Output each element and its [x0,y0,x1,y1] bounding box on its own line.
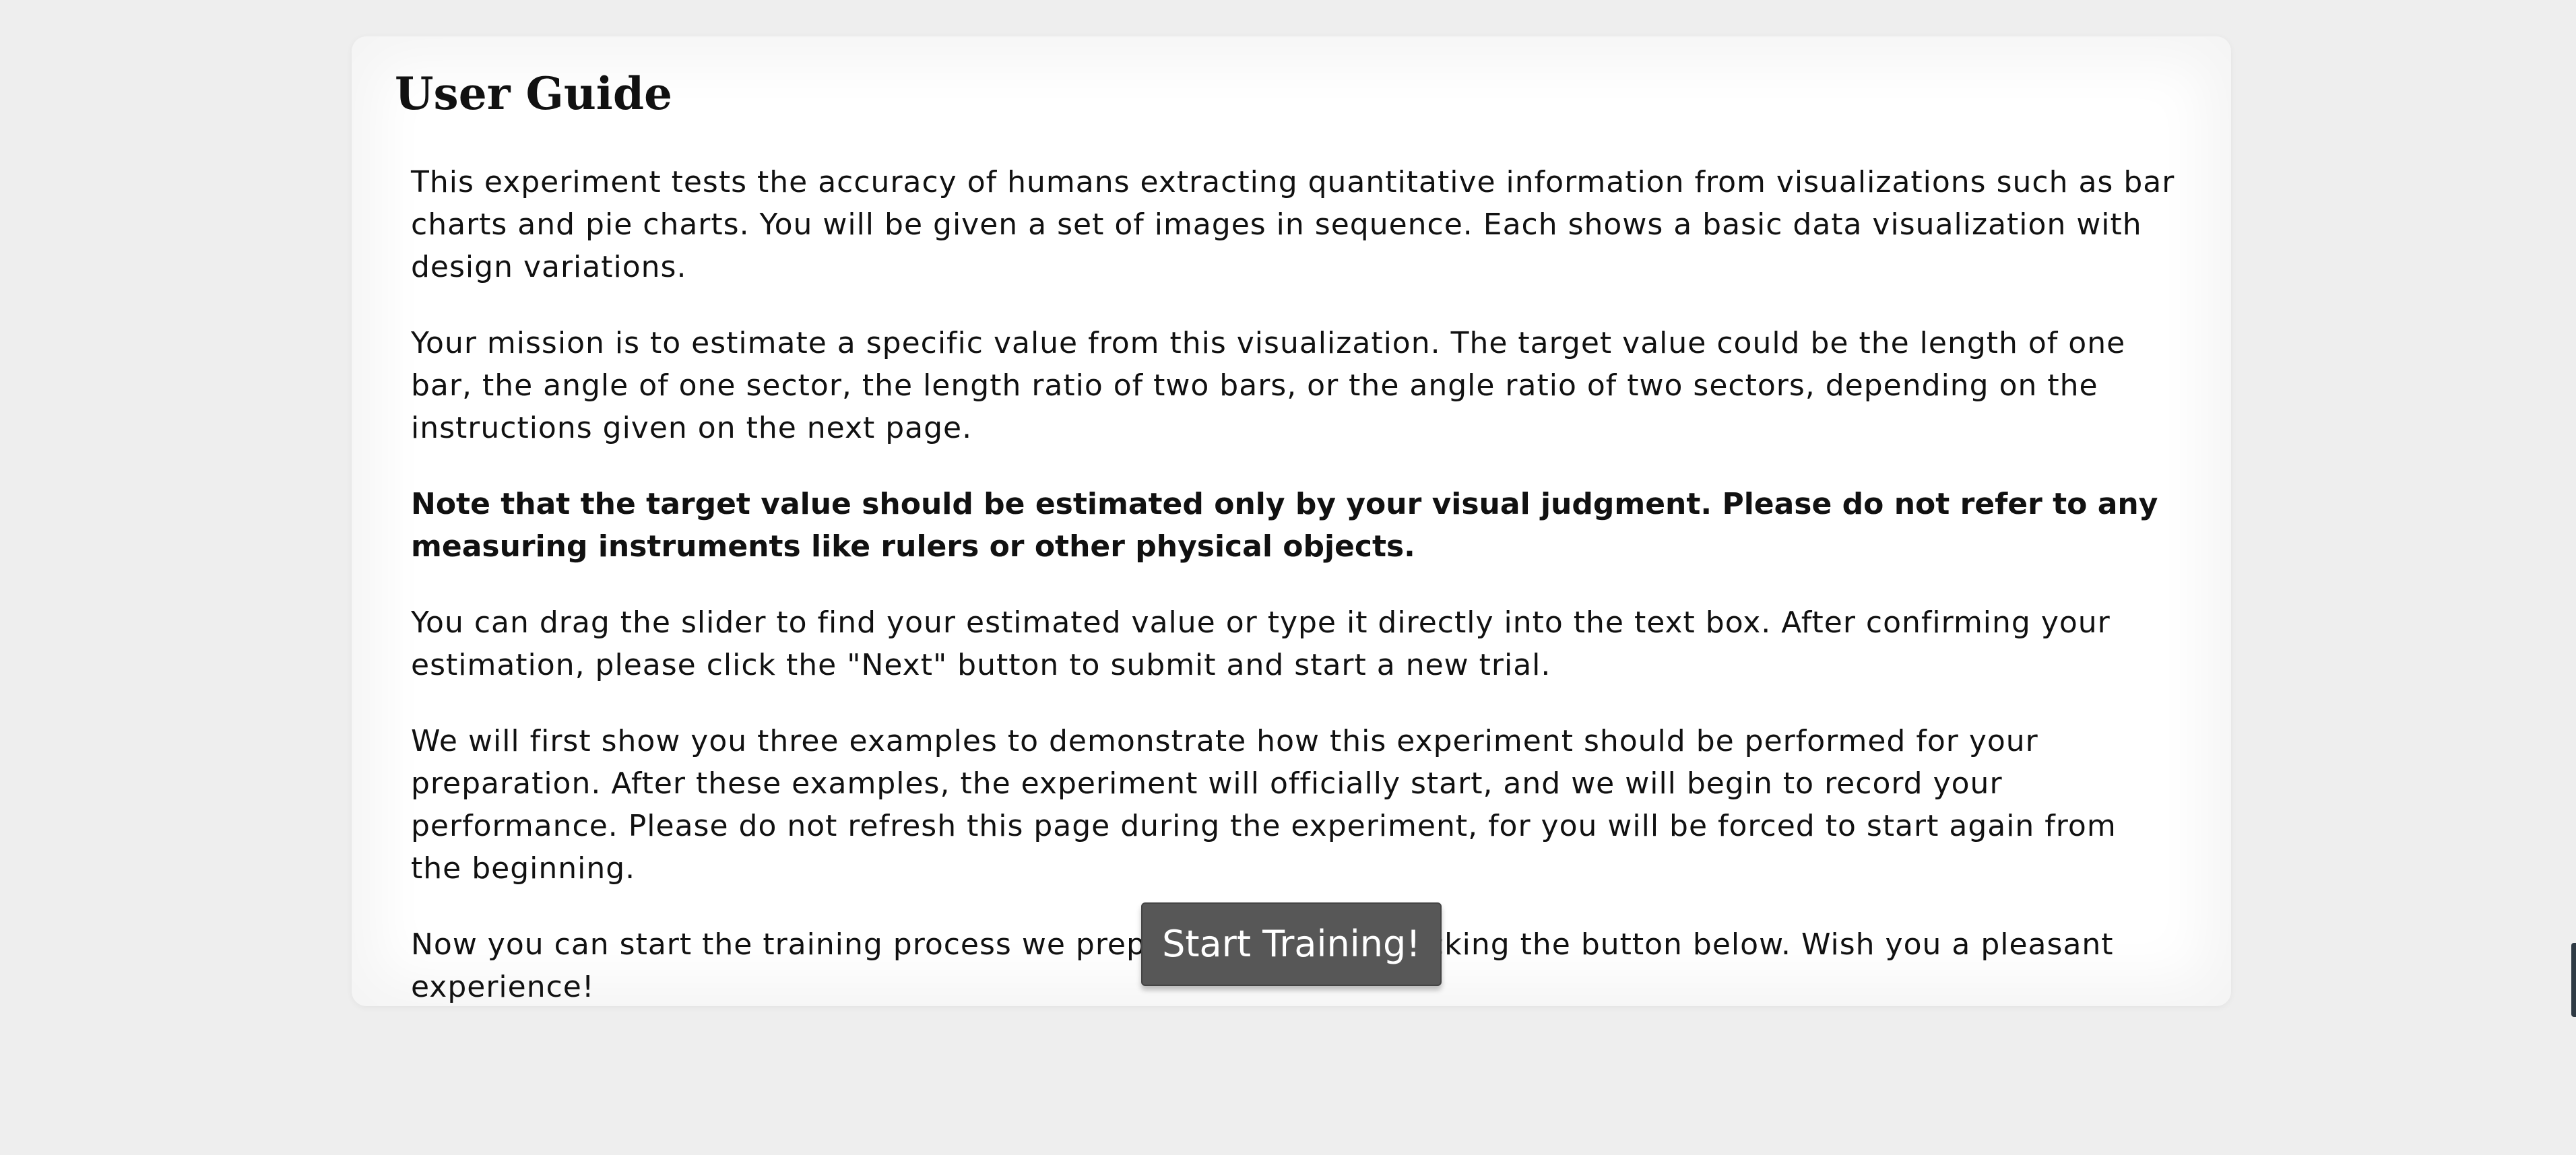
scrollbar-thumb[interactable] [2571,943,2576,1017]
start-button-wrapper: Start Training! [1141,902,1442,986]
user-guide-card: User Guide This experiment tests the acc… [352,36,2231,1006]
mission-paragraph: Your mission is to estimate a specific v… [411,326,2126,445]
intro-paragraph: This experiment tests the accuracy of hu… [411,165,2175,284]
examples-paragraph: We will first show you three examples to… [411,724,2117,886]
guide-content: This experiment tests the accuracy of hu… [411,161,2176,1008]
start-training-button[interactable]: Start Training! [1141,902,1442,986]
page-title: User Guide [395,67,673,120]
slider-instructions-paragraph: You can drag the slider to find your est… [411,605,2111,682]
note-paragraph: Note that the target value should be est… [411,487,2158,564]
